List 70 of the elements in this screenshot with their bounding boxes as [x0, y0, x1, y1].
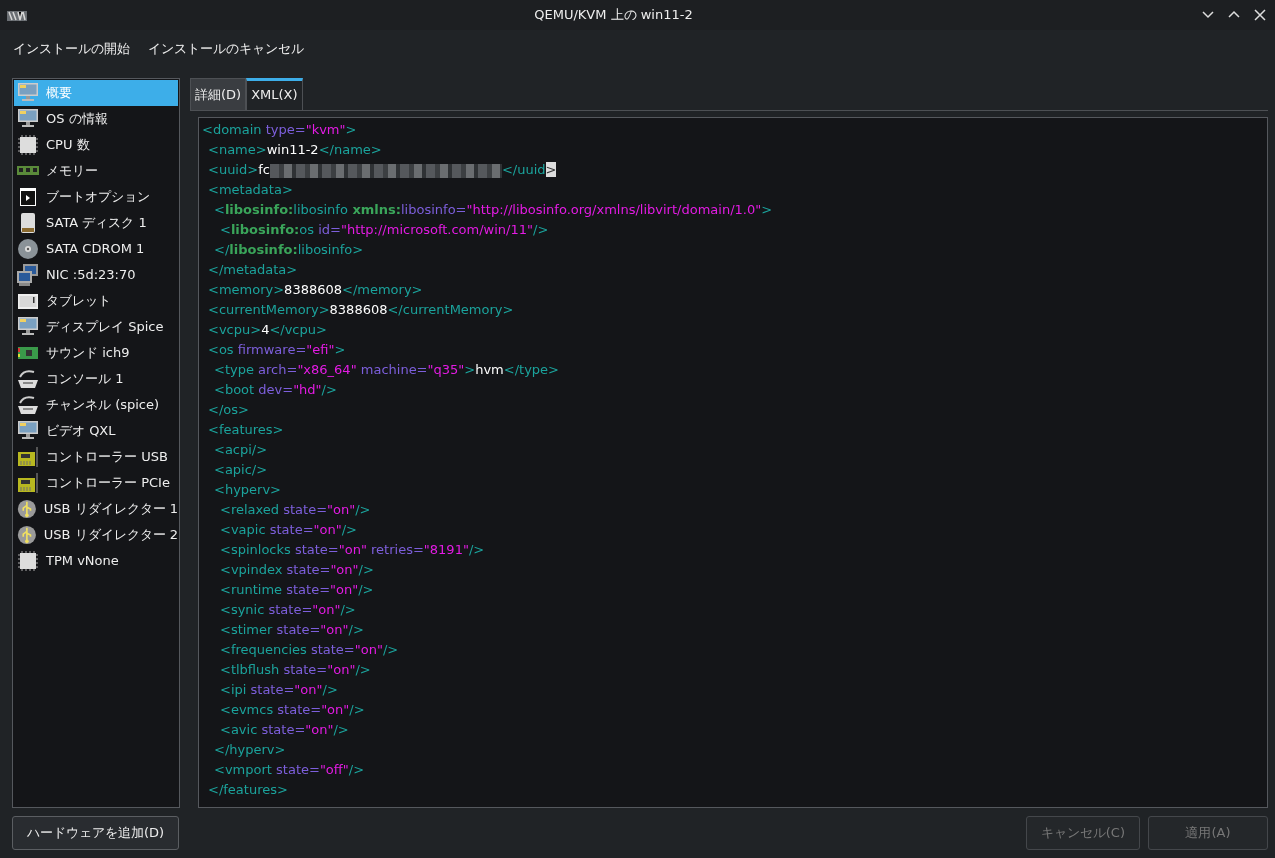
sidebar-item[interactable]: タブレット [14, 288, 178, 314]
code-line: <boot dev="hd"/> [213, 381, 338, 399]
sidebar-item[interactable]: ビデオ QXL [14, 418, 178, 444]
code-line: </os> [207, 401, 250, 419]
app-icon [6, 8, 28, 23]
sidebar-item[interactable]: OS の情報 [14, 106, 178, 132]
sidebar-item[interactable]: ディスプレイ Spice [14, 314, 178, 340]
cable-icon [16, 393, 40, 417]
usb-icon [16, 497, 38, 521]
tab[interactable]: 詳細(D) [190, 77, 247, 110]
sidebar-item[interactable]: チャンネル (spice) [14, 392, 178, 418]
sidebar-item[interactable]: SATA CDROM 1 [14, 236, 178, 262]
code-line: <features> [207, 421, 285, 439]
code-line: <acpi/> [213, 441, 269, 459]
add-hardware-button[interactable]: ハードウェアを追加(D) [12, 816, 180, 850]
code-line: </hyperv> [213, 741, 287, 759]
window-title: QEMU/KVM 上の win11-2 [533, 6, 694, 25]
sidebar-item[interactable]: CPU 数 [14, 132, 178, 158]
code-line: <hyperv> [213, 481, 282, 499]
sidebar-item[interactable]: コントローラー PCIe [14, 470, 178, 496]
code-line: </libosinfo:libosinfo> [213, 241, 365, 259]
card-icon [16, 445, 40, 469]
code-line: <avic state="on"/> [219, 721, 350, 739]
code-line: <vapic state="on"/> [219, 521, 358, 539]
sidebar-item[interactable]: コントローラー USB [14, 444, 178, 470]
code-line: <memory>8388608</memory> [207, 281, 424, 299]
card-icon [16, 471, 40, 495]
code-line: <synic state="on"/> [219, 601, 357, 619]
code-line: <uuid>fc </uuid> [207, 161, 558, 180]
usb-icon [16, 523, 38, 547]
code-line: <vcpu>4</vcpu> [207, 321, 328, 339]
code-line: <ipi state="on"/> [219, 681, 339, 699]
code-line: <stimer state="on"/> [219, 621, 365, 639]
code-line: <runtime state="on"/> [219, 581, 375, 599]
sidebar-item[interactable]: SATA ディスク 1 [14, 210, 178, 236]
xml-editor[interactable] [198, 117, 1268, 808]
sidebar-item[interactable]: USB リダイレクター 2 [14, 522, 178, 548]
code-line: <os firmware="efi"> [207, 341, 347, 359]
code-line: <frequencies state="on"/> [219, 641, 400, 659]
code-line: <type arch="x86_64" machine="q35">hvm</type> [213, 361, 560, 379]
sidebar-item[interactable]: NIC :5d:23:70 [14, 262, 178, 288]
sidebar-item[interactable]: USB リダイレクター 1 [14, 496, 178, 522]
chip-icon [16, 133, 40, 157]
code-line: <vmport state="off"/> [213, 761, 366, 779]
code-line: <metadata> [207, 181, 294, 199]
sidebar-item[interactable]: コンソール 1 [14, 366, 178, 392]
code-line: <libosinfo:libosinfo xmlns:libosinfo="http://libosinfo.org/xmlns/libvirt/domain/1.0"> [213, 201, 774, 219]
code-line: <name>win11-2</name> [207, 141, 383, 159]
cable-icon [16, 367, 40, 391]
menu-item[interactable]: インストールの開始 [6, 35, 137, 63]
code-line: <currentMemory>8388608</currentMemory> [207, 301, 515, 319]
disc-icon [16, 237, 40, 261]
code-line: <evmcs state="on"/> [219, 701, 366, 719]
code-line: <spinlocks state="on" retries="8191"/> [219, 541, 486, 559]
code-line: </features> [207, 781, 289, 799]
code-line: </metadata> [207, 261, 299, 279]
sidebar-item[interactable]: メモリー [14, 158, 178, 184]
chip-icon [16, 549, 40, 573]
tab[interactable]: XML(X) [246, 77, 303, 110]
code-line: <tlbflush state="on"/> [219, 661, 372, 679]
code-line: <relaxed state="on"/> [219, 501, 372, 519]
sidebar-item[interactable]: TPM vNone [14, 548, 178, 574]
menu-item[interactable]: インストールのキャンセル [141, 35, 311, 63]
sidebar-item[interactable]: サウンド ich9 [14, 340, 178, 366]
network-icon [16, 263, 40, 287]
code-line: <vpindex state="on"/> [219, 561, 375, 579]
code-line: <apic/> [213, 461, 269, 479]
code-line: <libosinfo:os id="http://microsoft.com/win/11"/> [219, 221, 550, 239]
sidebar-item[interactable]: ブートオプション [14, 184, 178, 210]
code-line: <domain type="kvm"> [201, 121, 358, 139]
